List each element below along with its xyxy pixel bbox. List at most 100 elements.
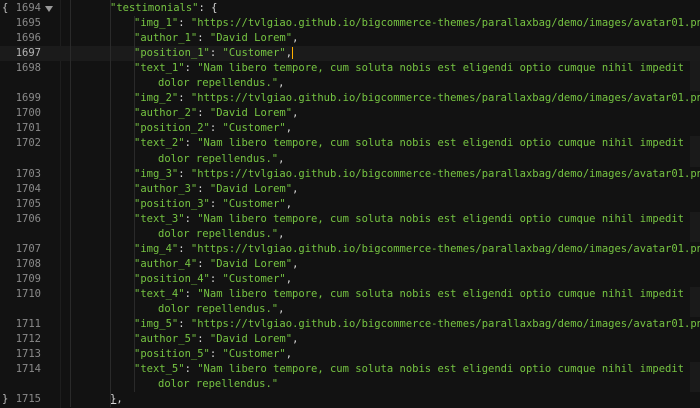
line-number: 1696 [15,32,41,45]
code-line-1712[interactable]: 1712 "author_5": "David Lorem", [0,332,700,347]
code-line-1709[interactable]: 1709 "position_4": "Customer", [0,272,700,287]
punctuation-token: : [209,47,223,60]
code-line-1702[interactable]: 1702 "text_2": "Nam libero tempore, cum s… [0,136,700,151]
punctuation-token: : { [198,2,218,14]
string-token: "position_4" [134,272,210,285]
code-line-1697[interactable]: 1697 "position_1": "Customer", [0,46,700,62]
string-token: "Nam libero tempore, cum soluta nobis es… [197,363,700,376]
overflow-indicator [690,286,700,318]
string-token: "David Lorem" [209,32,293,45]
code-line-1708[interactable]: 1708 "author_4": "David Lorem", [0,257,700,272]
punctuation-token: , [285,272,293,285]
punctuation-token: : [178,242,191,255]
overflow-indicator [690,362,700,393]
code-line-wrap[interactable]: dolor repellendus.", [0,152,700,167]
overflow-indicator [690,211,700,242]
string-token: "text_5" [134,363,185,376]
code-text: "author_3": "David Lorem", [134,182,298,197]
string-token: "Customer" [222,272,286,285]
code-line-1704[interactable]: 1704 "author_3": "David Lorem", [0,182,700,197]
code-line-1696[interactable]: 1696 "author_1": "David Lorem", [0,31,700,46]
text-cursor [292,47,294,60]
code-line-wrap[interactable]: dolor repellendus.", [0,302,700,317]
code-text: "img_1": "https://tvlgiao.github.io/bigc… [134,16,700,31]
punctuation-token: : [197,333,210,346]
code-line-1706[interactable]: 1706 "text_3": "Nam libero tempore, cum s… [0,212,700,227]
string-token: "position_3" [134,197,210,210]
string-token: "author_4" [134,257,198,270]
code-line-1700[interactable]: 1700 "author_2": "David Lorem", [0,106,700,121]
code-line-1703[interactable]: 1703 "img_3": "https://tvlgiao.github.io/… [0,167,700,182]
line-number: 1701 [15,122,41,135]
string-token: "testimonials" [110,2,199,14]
string-token: "Customer" [222,348,286,361]
code-line-1715[interactable]: } 1715}, [0,392,700,407]
code-line-1701[interactable]: 1701 "position_2": "Customer", [0,121,700,136]
line-number: 1700 [15,107,41,120]
code-line-wrap[interactable]: dolor repellendus." [0,377,700,392]
code-text: "text_1": "Nam libero tempore, cum solut… [134,61,700,76]
string-token: dolor repellendus." [158,152,279,165]
line-number: 1697 [15,47,41,60]
code-line-wrap[interactable]: dolor repellendus.", [0,76,700,91]
punctuation-token: : [209,197,223,210]
code-text: "img_5": "https://tvlgiao.github.io/bigc… [134,317,700,332]
string-token: "img_2" [134,92,179,105]
code-line-1699[interactable]: 1699 "img_2": "https://tvlgiao.github.io/… [0,91,700,106]
code-line-1695[interactable]: 1695 "img_1": "https://tvlgiao.github.io/… [0,16,700,31]
string-token: "https://tvlgiao.github.io/bigcommerce-t… [190,17,700,30]
line-number: 1712 [15,333,41,346]
string-token: dolor repellendus." [158,378,279,391]
punctuation-token: : [178,318,191,331]
code-line-1713[interactable]: 1713 "position_5": "Customer", [0,347,700,362]
code-text: "position_3": "Customer", [134,197,292,212]
code-text: "author_1": "David Lorem", [134,31,298,46]
string-token: "img_1" [134,17,179,30]
string-token: "Nam libero tempore, cum soluta nobis es… [197,212,700,225]
punctuation-token: : [178,92,191,105]
code-line-1705[interactable]: 1705 "position_3": "Customer", [0,197,700,212]
string-token: "https://tvlgiao.github.io/bigcommerce-t… [190,242,700,255]
punctuation-token: : [209,122,223,135]
fold-arrow-icon[interactable] [45,6,53,12]
code-text: "position_4": "Customer", [134,272,292,287]
line-number: 1703 [15,167,41,180]
code-line-1694[interactable]: {1694 "testimonials": { [0,1,700,16]
punctuation-token: , [278,152,285,165]
punctuation-token: , [116,393,123,406]
punctuation-token: , [292,107,299,120]
code-text: "author_2": "David Lorem", [134,106,298,121]
string-token: "author_5" [134,333,198,346]
punctuation-token: : [197,107,210,120]
string-token: dolor repellendus." [158,303,279,315]
line-number: 1708 [15,257,41,270]
punctuation-token: , [285,122,293,135]
code-text: "testimonials": { [110,1,217,16]
punctuation-token: , [285,197,293,210]
string-token: "author_1" [134,32,198,45]
string-token: "David Lorem" [209,182,293,195]
line-number: 1699 [15,92,41,105]
code-line-1714[interactable]: 1714 "text_5": "Nam libero tempore, cum s… [0,362,700,377]
string-token: "David Lorem" [209,107,293,120]
string-token: "David Lorem" [209,333,293,346]
code-line-1711[interactable]: 1711 "img_5": "https://tvlgiao.github.io/… [0,317,700,332]
string-token: "img_3" [134,167,179,180]
line-number: 1714 [15,363,41,376]
punctuation-token: : [184,363,198,376]
code-editor[interactable]: {1694 "testimonials": {1695 "img_1": "http… [0,0,700,408]
punctuation-token: , [278,227,285,240]
line-number: 1715 [15,393,41,406]
code-line-wrap[interactable]: dolor repellendus.", [0,227,700,242]
code-line-1698[interactable]: 1698 "text_1": "Nam libero tempore, cum s… [0,61,700,76]
code-line-1707[interactable]: 1707 "img_4": "https://tvlgiao.github.io/… [0,242,700,257]
line-number: 1702 [15,137,41,150]
code-text: "img_4": "https://tvlgiao.github.io/bigc… [134,242,700,257]
string-token: "https://tvlgiao.github.io/bigcommerce-t… [190,92,700,105]
code-text: }, [110,392,123,407]
code-line-1710[interactable]: 1710 "text_4": "Nam libero tempore, cum s… [0,287,700,302]
punctuation-token: , [292,32,299,45]
string-token: "Customer" [222,197,286,210]
punctuation-token: : [184,137,198,150]
punctuation-token: , [292,182,299,195]
